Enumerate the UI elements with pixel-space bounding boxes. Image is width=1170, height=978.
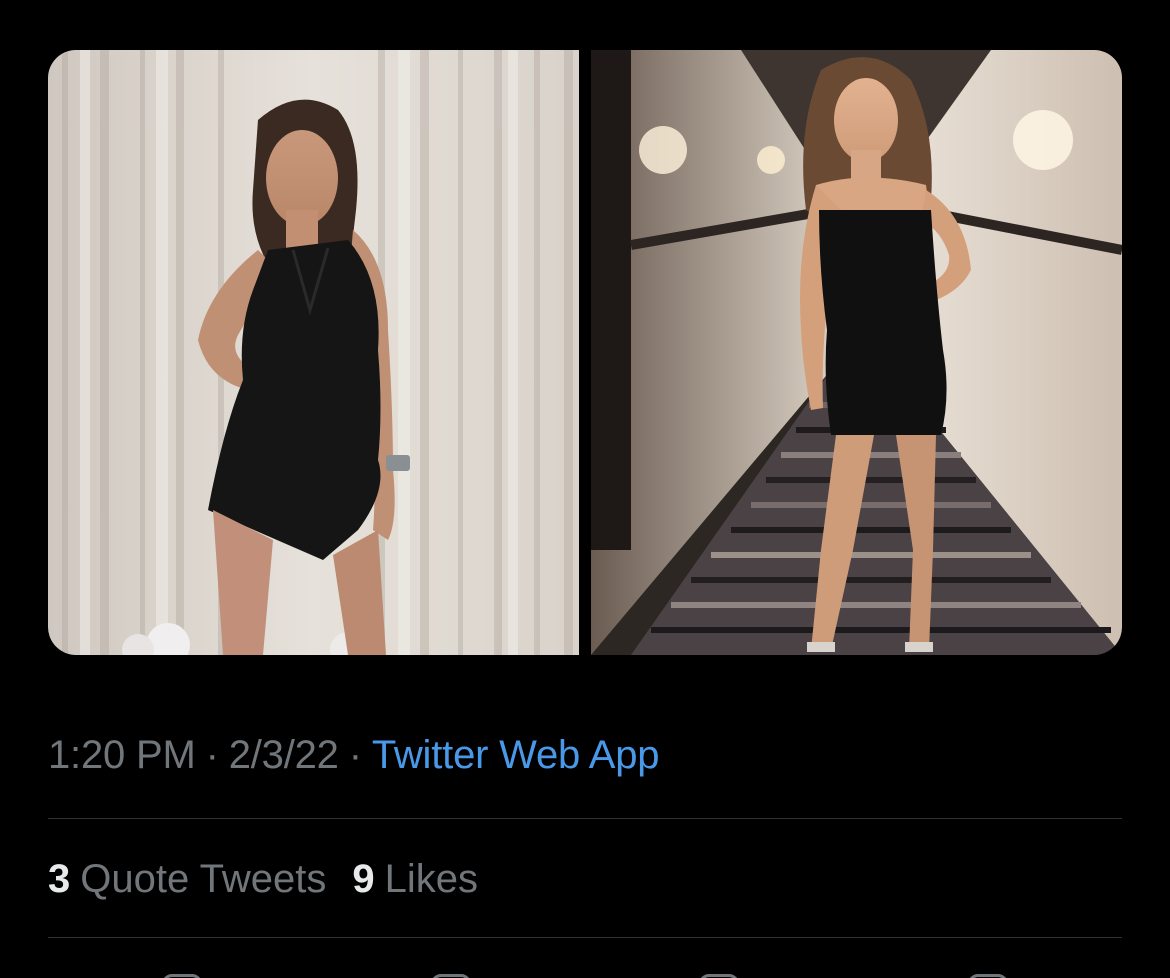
photo-1-image [48, 50, 579, 655]
quote-tweets-count: 3 [48, 857, 71, 901]
tweet-action-bar [48, 966, 1122, 978]
like-icon[interactable] [699, 974, 740, 978]
tweet-time[interactable]: 1:20 PM [48, 733, 196, 777]
divider [48, 818, 1122, 819]
reply-icon[interactable] [162, 974, 203, 978]
tweet-stats: 3 Quote Tweets 9 Likes [48, 854, 478, 904]
retweet-icon[interactable] [430, 974, 471, 978]
tweet-source-link[interactable]: Twitter Web App [372, 733, 660, 777]
meta-separator: · [348, 733, 362, 777]
photo-2-image [591, 50, 1122, 655]
quote-tweets-label: Quote Tweets [80, 857, 327, 901]
likes-stat[interactable]: 9 Likes [352, 854, 478, 904]
tweet-photo-1[interactable] [48, 50, 579, 655]
tweet-date[interactable]: 2/3/22 [229, 733, 339, 777]
meta-separator: · [205, 733, 219, 777]
quote-tweets-stat[interactable]: 3 Quote Tweets [48, 854, 326, 904]
tweet-photo-2[interactable] [591, 50, 1122, 655]
tweet-media-grid [48, 50, 1122, 655]
likes-label: Likes [384, 857, 478, 901]
tweet-timestamp-line: 1:20 PM · 2/3/22 · Twitter Web App [48, 730, 660, 780]
share-icon[interactable] [967, 974, 1008, 978]
likes-count: 9 [352, 857, 375, 901]
divider [48, 937, 1122, 938]
